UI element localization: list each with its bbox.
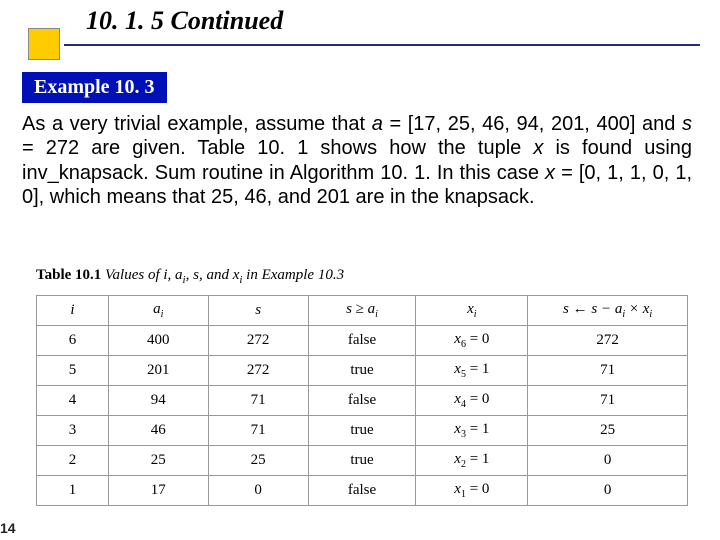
table-cell: true	[308, 416, 416, 446]
table-cell: 25	[108, 446, 208, 476]
col-s: s	[208, 296, 308, 326]
accent-square-icon	[28, 28, 60, 60]
table-header-row: i ai s s ≥ ai xi s ← s − ai × xi	[37, 296, 688, 326]
body-paragraph: As a very trivial example, assume that a…	[22, 112, 692, 210]
table-cell: 94	[108, 386, 208, 416]
table-cell: 0	[528, 476, 688, 506]
title-block: 10. 1. 5 Continued	[28, 6, 700, 46]
table-cell: 400	[108, 326, 208, 356]
table-cell-xi: x5 = 1	[416, 356, 528, 386]
table-cell-xi: x4 = 0	[416, 386, 528, 416]
table-cell: 25	[528, 416, 688, 446]
table-cell: 201	[108, 356, 208, 386]
var-a: a	[372, 113, 383, 135]
table-cell: 71	[208, 386, 308, 416]
table-row: 1170falsex1 = 00	[37, 476, 688, 506]
table-cell-xi: x6 = 0	[416, 326, 528, 356]
col-upd: s ← s − ai × xi	[528, 296, 688, 326]
col-xi: xi	[416, 296, 528, 326]
table-cell: 0	[208, 476, 308, 506]
body-aeq: = [17, 25, 46, 94, 201, 400] and	[383, 113, 682, 135]
body-seq: = 272 are given. Table 10. 1 shows how t…	[22, 137, 533, 159]
table-row: 22525truex2 = 10	[37, 446, 688, 476]
table-cell: false	[308, 476, 416, 506]
table-cell: 3	[37, 416, 109, 446]
table-cell: 272	[528, 326, 688, 356]
table-cell: 272	[208, 356, 308, 386]
table-caption: Table 10.1 Values of i, ai, s, and xi in…	[36, 267, 344, 286]
table-cell: 25	[208, 446, 308, 476]
table-cell: 46	[108, 416, 208, 446]
table-row: 6400272falsex6 = 0272	[37, 326, 688, 356]
table-row: 5201272truex5 = 171	[37, 356, 688, 386]
table-cell: 272	[208, 326, 308, 356]
section-title: 10. 1. 5 Continued	[28, 6, 700, 44]
title-underline	[64, 44, 700, 46]
table-cell: 71	[528, 356, 688, 386]
table-cell: 5	[37, 356, 109, 386]
var-x1: x	[533, 137, 543, 159]
example-badge: Example 10. 3	[22, 72, 167, 103]
table-cell: 6	[37, 326, 109, 356]
table-cell: 17	[108, 476, 208, 506]
var-s: s	[682, 113, 692, 135]
body-open: As a very trivial example, assume that	[22, 113, 372, 135]
table-cell: 2	[37, 446, 109, 476]
col-cmp: s ≥ ai	[308, 296, 416, 326]
table-cell: false	[308, 386, 416, 416]
table-cell: 1	[37, 476, 109, 506]
caption-lead: Table 10.1	[36, 267, 101, 283]
page-number: 14	[0, 520, 16, 536]
table-cell-xi: x2 = 1	[416, 446, 528, 476]
table-cell: true	[308, 446, 416, 476]
table-cell: 71	[528, 386, 688, 416]
col-ai: ai	[108, 296, 208, 326]
table-cell: false	[308, 326, 416, 356]
col-i: i	[37, 296, 109, 326]
table-cell: true	[308, 356, 416, 386]
table-body: 6400272falsex6 = 02725201272truex5 = 171…	[37, 326, 688, 506]
table-cell-xi: x3 = 1	[416, 416, 528, 446]
caption-rest-a: Values of i, a	[101, 267, 182, 283]
data-table: i ai s s ≥ ai xi s ← s − ai × xi 6400272…	[36, 295, 688, 506]
caption-rest-b: , s, and x	[186, 267, 240, 283]
table-row: 49471falsex4 = 071	[37, 386, 688, 416]
table-row: 34671truex3 = 125	[37, 416, 688, 446]
table-cell: 0	[528, 446, 688, 476]
var-x2: x	[545, 162, 555, 184]
table-cell: 71	[208, 416, 308, 446]
caption-rest-c: in Example 10.3	[242, 267, 344, 283]
table-cell-xi: x1 = 0	[416, 476, 528, 506]
table-cell: 4	[37, 386, 109, 416]
